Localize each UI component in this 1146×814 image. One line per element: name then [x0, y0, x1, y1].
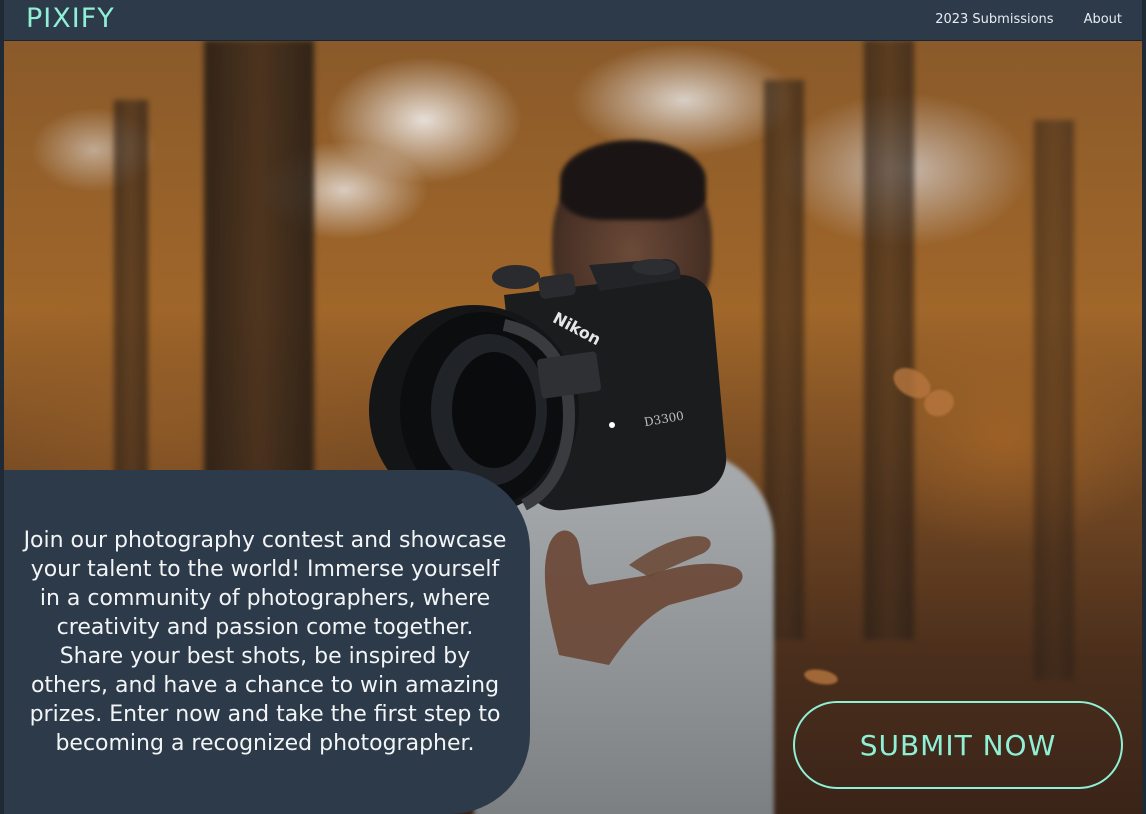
intro-panel: Join our photography contest and showcas… [4, 470, 530, 814]
falling-leaf [803, 667, 839, 687]
hero-photo: Nikon D3300 Join our photography contest… [4, 40, 1142, 814]
nav-link-2023-submissions[interactable]: 2023 Submissions [935, 12, 1053, 27]
person-hair [560, 140, 706, 220]
page-frame: PIXIFY 2023 Submissions About Nikon D330… [4, 0, 1142, 814]
brand-logo[interactable]: PIXIFY [26, 3, 115, 34]
tree-trunk [1034, 120, 1074, 680]
hand-illustration [544, 530, 743, 665]
top-navigation: PIXIFY 2023 Submissions About [4, 0, 1142, 41]
submit-now-button[interactable]: SUBMIT NOW [793, 701, 1123, 789]
tree-trunk [864, 40, 914, 640]
nav-link-about[interactable]: About [1084, 12, 1122, 27]
intro-text: Join our photography contest and showcas… [23, 528, 507, 756]
nav-links: 2023 Submissions About [935, 12, 1122, 27]
